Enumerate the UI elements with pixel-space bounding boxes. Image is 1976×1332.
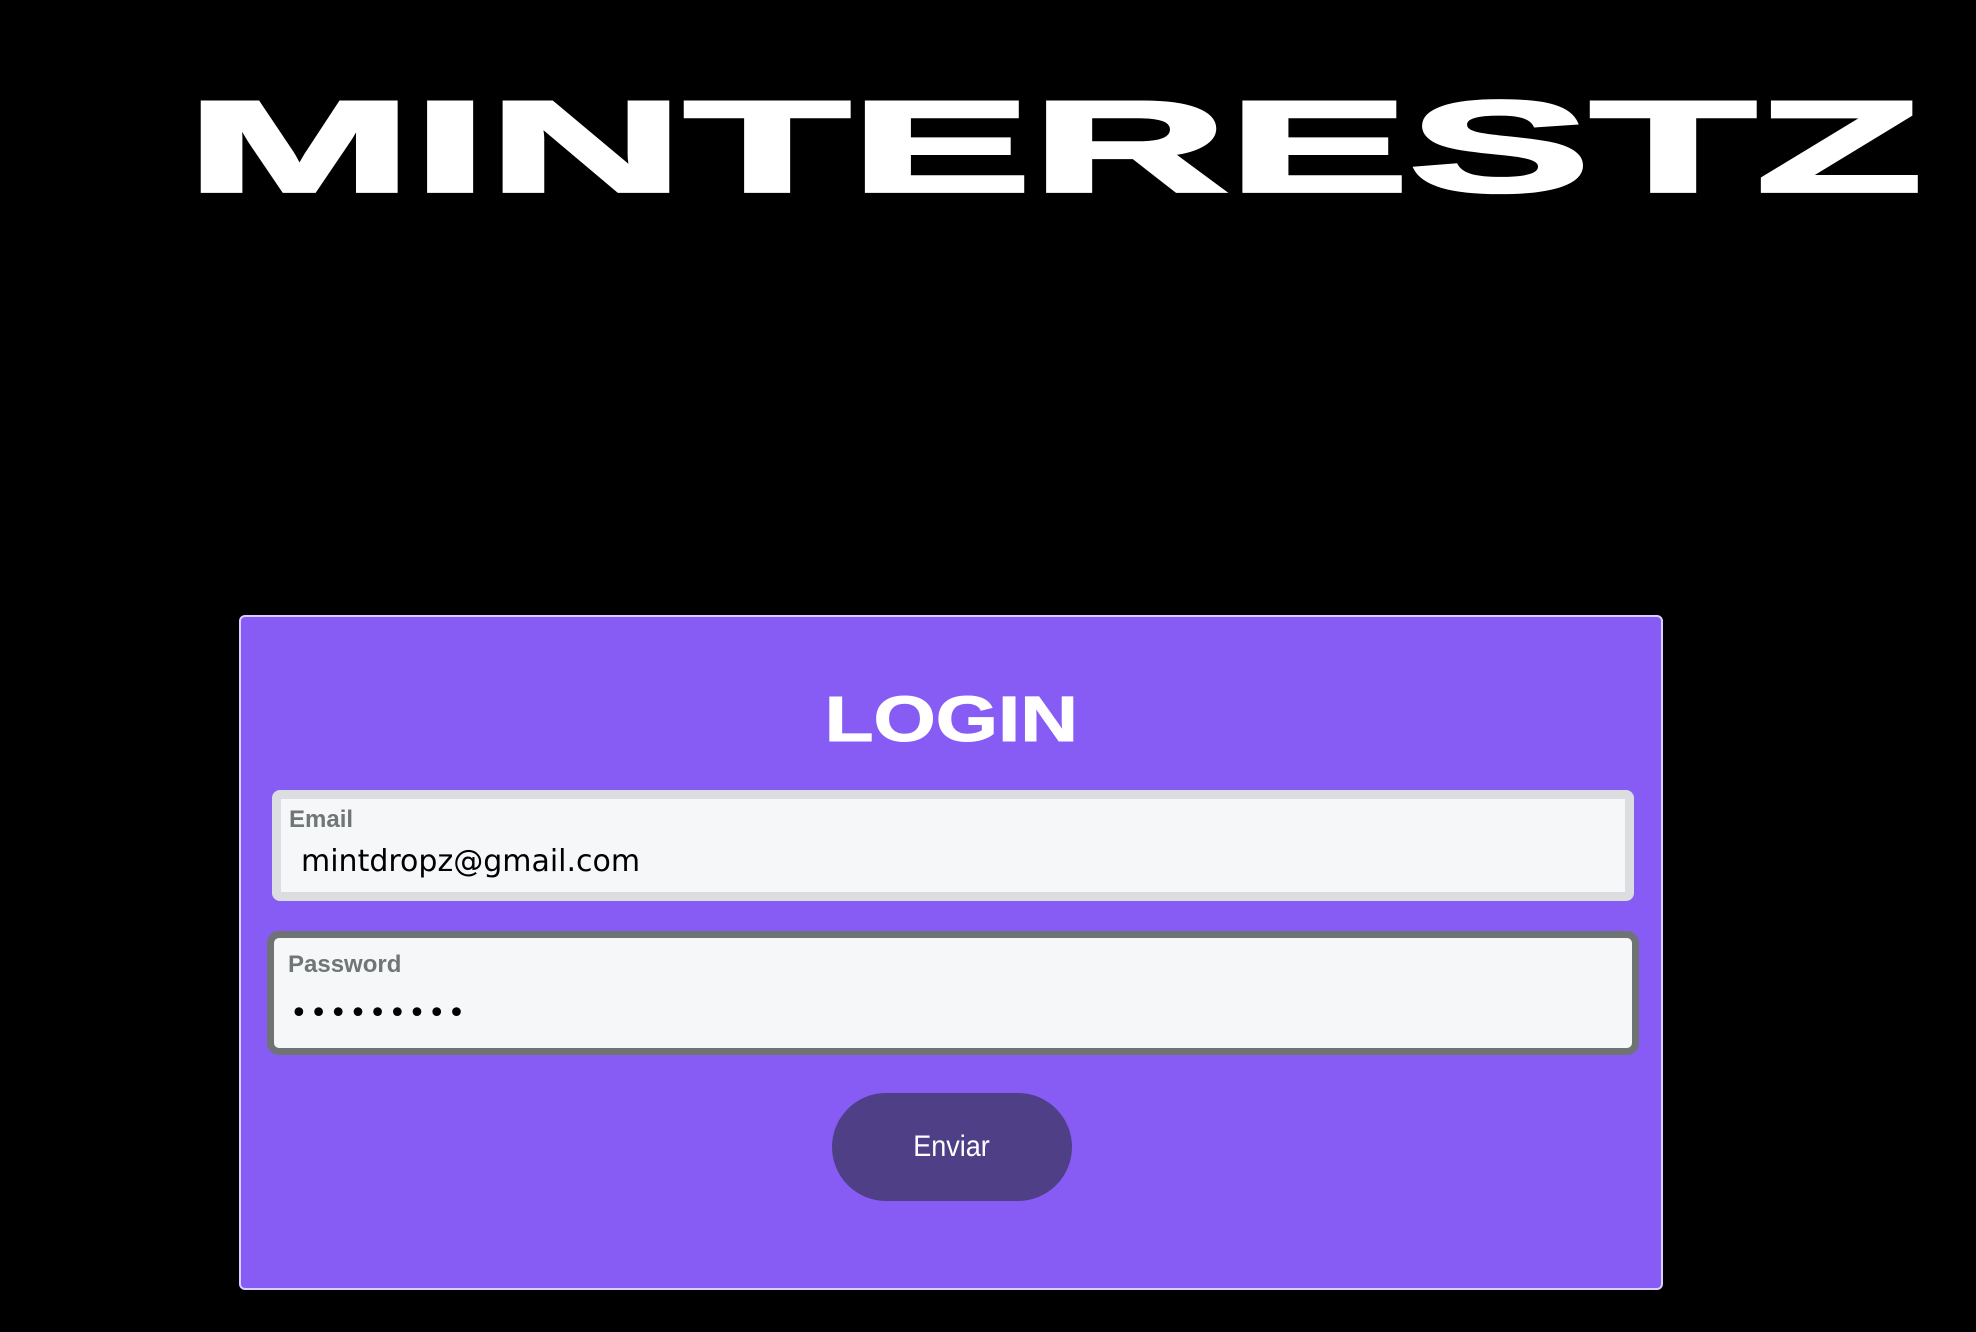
password-field[interactable]: Password	[267, 931, 1639, 1055]
email-field[interactable]: Email	[272, 790, 1634, 901]
login-card: LOGIN Email Password Enviar	[239, 615, 1663, 1290]
email-input[interactable]	[291, 840, 1615, 884]
brand-logo: MINTERESTZ	[183, 72, 1926, 222]
password-label: Password	[288, 951, 402, 978]
login-title: LOGIN	[241, 679, 1661, 759]
password-input[interactable]	[284, 992, 1622, 1036]
submit-button[interactable]: Enviar	[832, 1093, 1072, 1201]
brand-name: MINTERESTZ	[183, 74, 1926, 220]
email-label: Email	[289, 806, 354, 833]
submit-button-label: Enviar	[913, 1130, 991, 1163]
login-title-text: LOGIN	[824, 683, 1079, 756]
